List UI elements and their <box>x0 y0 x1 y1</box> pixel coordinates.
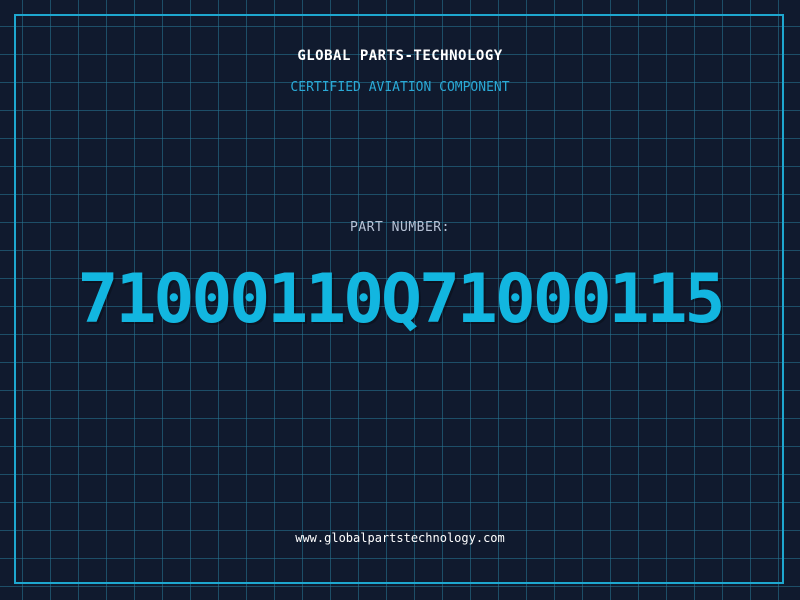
part-number-label: PART NUMBER: <box>350 220 450 235</box>
certification-subtitle: CERTIFIED AVIATION COMPONENT <box>290 80 510 95</box>
part-number-value: 71000110Q71000115 <box>77 260 726 339</box>
website-url: www.globalpartstechnology.com <box>295 531 505 545</box>
company-name: GLOBAL PARTS-TECHNOLOGY <box>297 48 503 64</box>
